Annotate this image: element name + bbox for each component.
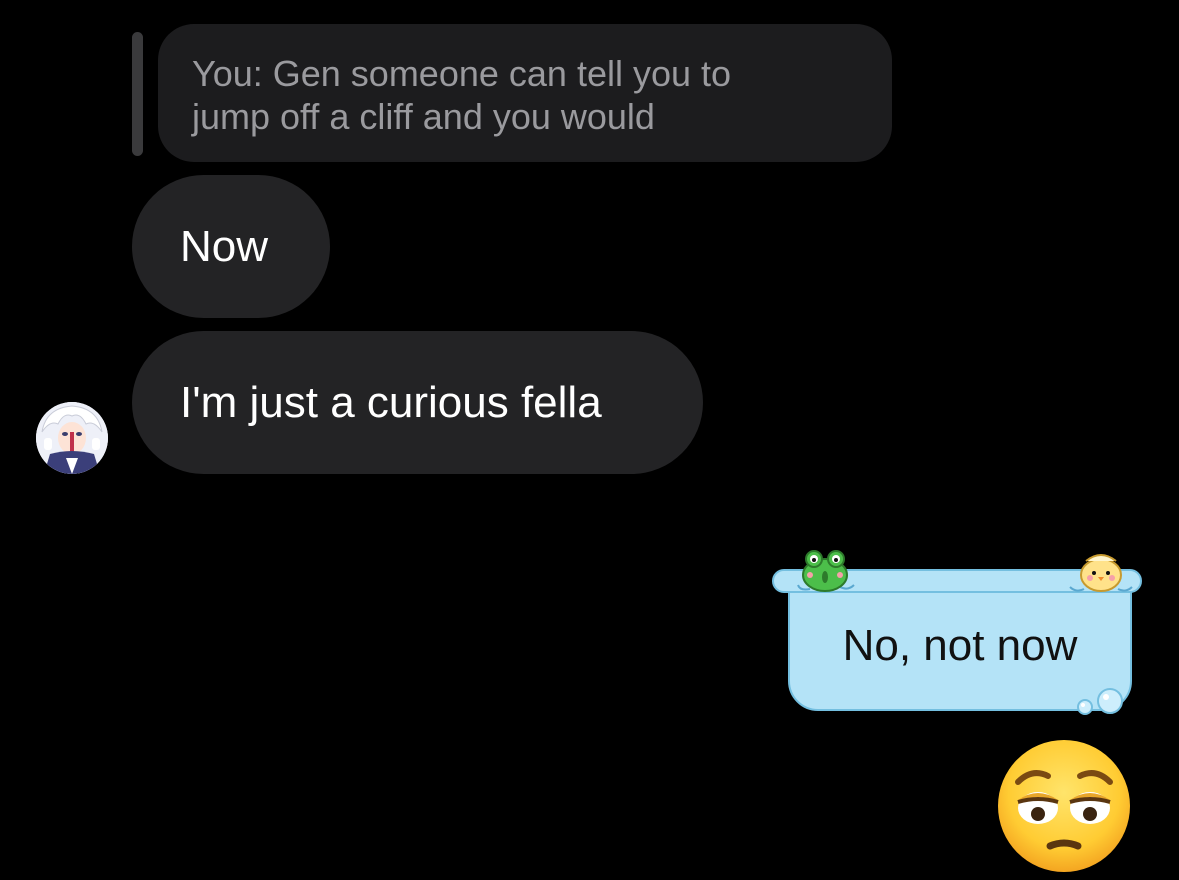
reply-quote-bubble[interactable]: You: Gen someone can tell you to jump of…	[158, 24, 892, 162]
frog-sticker-icon	[797, 550, 855, 592]
chat-thread: You: Gen someone can tell you to jump of…	[0, 0, 1179, 880]
message-bubble-curious[interactable]: I'm just a curious fella	[132, 331, 703, 474]
chick-sticker-icon	[1069, 554, 1133, 592]
sent-message-themed[interactable]: No, not now	[770, 545, 1150, 720]
message-text: No, not now	[842, 621, 1078, 670]
avatar-character-icon	[36, 402, 108, 474]
message-bubble-now[interactable]: Now	[132, 175, 330, 318]
water-bubbles-icon	[1077, 688, 1123, 715]
message-text: Now	[180, 221, 269, 271]
reply-indicator-bar	[132, 32, 143, 156]
contact-avatar[interactable]	[36, 402, 108, 474]
relieved-pensive-face-emoji-icon[interactable]	[996, 738, 1132, 874]
reply-quote-line-1: You: Gen someone can tell you to	[192, 53, 732, 94]
message-text: I'm just a curious fella	[180, 377, 602, 427]
reply-quote-line-2: jump off a cliff and you would	[192, 96, 655, 137]
